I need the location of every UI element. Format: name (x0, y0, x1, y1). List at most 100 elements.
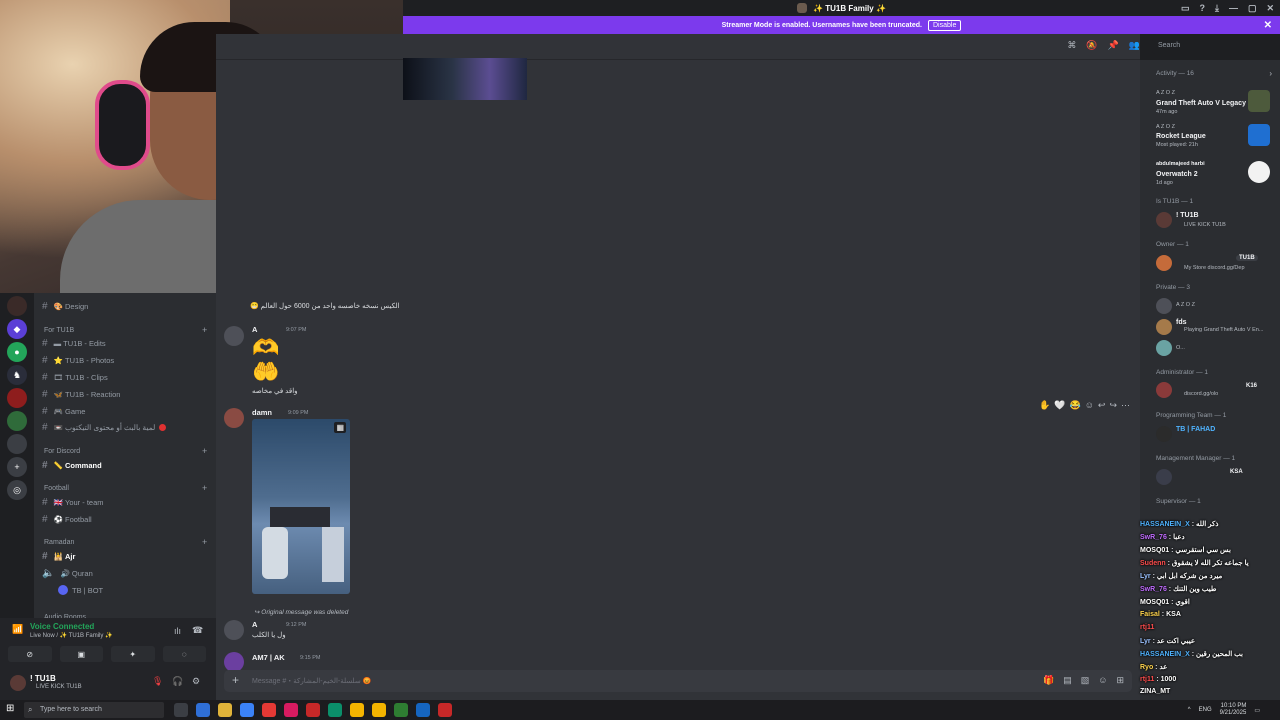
add-channel-icon[interactable]: + (202, 446, 207, 456)
windows-start-icon[interactable]: ⊞ (6, 703, 14, 714)
task-view-icon[interactable] (174, 703, 188, 717)
category-ramadan[interactable]: Ramadan + (44, 536, 207, 548)
noise-suppression-icon[interactable]: ılı (174, 626, 181, 636)
opera-icon[interactable] (306, 703, 320, 717)
inbox-icon[interactable]: ▭ (1181, 3, 1190, 14)
channel-tu1b-edits[interactable]: # ▬ TU1B - Edits (42, 336, 106, 350)
sticker-icon[interactable]: ▧ (1081, 675, 1090, 686)
close-window-button[interactable]: ✕ (1266, 3, 1274, 14)
youtube-icon[interactable] (262, 703, 276, 717)
server-icon-2[interactable]: ◆ (7, 319, 27, 339)
gallery-icon[interactable]: ▦ (334, 422, 346, 433)
message-author[interactable]: AM7 | AK (252, 653, 285, 662)
attach-plus-icon[interactable]: + (232, 673, 239, 687)
minimize-button[interactable]: — (1229, 3, 1238, 13)
add-reaction-icon[interactable]: ☺ (1085, 400, 1094, 411)
chevron-right-icon[interactable]: › (1269, 69, 1272, 78)
steam-icon[interactable] (416, 703, 430, 717)
obs-icon[interactable] (438, 703, 452, 717)
member-name[interactable]: ! TU1B (1176, 212, 1199, 219)
member-name[interactable]: fds (1176, 319, 1187, 326)
message-author[interactable]: damn (252, 408, 272, 417)
channel-command[interactable]: # 📏 Command (42, 458, 102, 472)
soundboard-button[interactable]: ◌ (162, 646, 206, 662)
edge-icon[interactable] (328, 703, 342, 717)
add-server-icon[interactable]: + (7, 457, 27, 477)
forward-icon[interactable]: ↪ (1109, 400, 1117, 411)
channel-ajr[interactable]: # 🕌 Ajr (42, 549, 75, 563)
channel-arabic-stream[interactable]: # 📼 لمية بالبث أو محتوى التيكتوب (42, 420, 167, 434)
add-channel-icon[interactable]: + (202, 483, 207, 493)
avatar[interactable] (1156, 255, 1172, 271)
server-icon-3[interactable]: ● (7, 342, 27, 362)
lang-indicator[interactable]: ENG (1199, 707, 1212, 713)
avatar[interactable] (1156, 298, 1172, 314)
search-input[interactable]: Search (1152, 38, 1272, 54)
avatar[interactable] (10, 675, 26, 691)
channel-football[interactable]: # ⚽ Football (42, 512, 92, 526)
close-icon[interactable]: ✕ (1264, 20, 1272, 31)
message-author[interactable]: A (252, 620, 257, 629)
avatar[interactable] (224, 652, 244, 672)
chrome-icon[interactable] (350, 703, 364, 717)
server-icon-6[interactable] (7, 411, 27, 431)
threads-icon[interactable]: ⌘ (1067, 40, 1076, 51)
notification-icon[interactable]: 🔕 (1086, 40, 1097, 51)
more-options-icon[interactable]: ⋯ (1121, 400, 1130, 411)
chrome-profile-icon[interactable] (372, 703, 386, 717)
channel-tu1b-clips[interactable]: # 🎞 TU1B - Clips (42, 370, 108, 384)
apps-icon[interactable]: ⊞ (1116, 675, 1124, 686)
help-icon[interactable]: ? (1199, 3, 1205, 13)
image-thumbnail[interactable] (403, 58, 527, 100)
camera-off-button[interactable]: ⊘ (8, 646, 52, 662)
voice-channel-quran[interactable]: 🔈 🔊 Quran (42, 566, 93, 580)
member-name[interactable]: A Z O Z (1176, 302, 1195, 308)
message-composer[interactable]: + Message #・سلسلة-الخيم-المشاركة 😡 🎁 ▤ ▧… (224, 670, 1132, 692)
image-attachment[interactable]: ▦ (252, 419, 350, 594)
disable-streamer-mode-button[interactable]: Disable (928, 19, 962, 31)
pin-icon[interactable]: 📌 (1108, 40, 1119, 51)
add-channel-icon[interactable]: + (202, 325, 207, 335)
message-author[interactable]: A (252, 325, 257, 334)
activity-game[interactable]: Overwatch 2 (1156, 171, 1198, 178)
mute-icon[interactable]: 🎙 (152, 676, 163, 687)
category-for-discord[interactable]: For Discord + (44, 445, 207, 457)
screen-share-button[interactable]: ▣ (59, 646, 103, 662)
clock[interactable]: 10:10 PM 9/21/2025 (1220, 703, 1247, 717)
category-for-tu1b[interactable]: For TU1B + (44, 324, 207, 336)
avatar[interactable] (1156, 469, 1172, 485)
download-icon[interactable]: ⤓ (1215, 3, 1219, 14)
gear-icon[interactable]: ⚙ (192, 676, 200, 687)
copilot-icon[interactable] (196, 703, 210, 717)
add-channel-icon[interactable]: + (202, 537, 207, 547)
avatar[interactable] (224, 408, 244, 428)
avatar[interactable] (1156, 340, 1172, 356)
discover-icon[interactable]: ◎ (7, 480, 27, 500)
activity-game[interactable]: Grand Theft Auto V Legacy (1156, 100, 1246, 107)
member-list-icon[interactable]: 👥 (1129, 40, 1140, 51)
server-icon-5[interactable] (7, 388, 27, 408)
avatar[interactable] (1156, 212, 1172, 228)
disconnect-icon[interactable]: ☎ (192, 625, 203, 636)
emoji-icon[interactable]: ☺ (1098, 675, 1107, 686)
category-football[interactable]: Football + (44, 482, 207, 494)
reply-icon[interactable]: ↩ (1098, 400, 1106, 411)
reaction-heart[interactable]: 🤍 (1054, 400, 1065, 411)
server-icon-4[interactable]: ♞ (7, 365, 27, 385)
channel-tu1b-reaction[interactable]: # 🦋 TU1B - Reaction (42, 387, 120, 401)
voice-channel-info[interactable]: Live Now / ✨ TU1B Family ✨ (30, 632, 113, 639)
server-icon-7[interactable] (7, 434, 27, 454)
notifications-icon[interactable]: ▭ (1254, 707, 1260, 714)
channel-design[interactable]: # 🎨 Design (42, 299, 88, 313)
tray-arrow-icon[interactable]: ^ (1188, 707, 1191, 713)
avatar[interactable] (1156, 426, 1172, 442)
gif-icon[interactable]: ▤ (1063, 675, 1072, 686)
channel-your-team[interactable]: # 🇬🇧 Your - team (42, 495, 104, 509)
voice-member-tb-bot[interactable]: TB | BOT (58, 583, 103, 597)
activity-button[interactable]: ✦ (111, 646, 155, 662)
gift-icon[interactable]: 🎁 (1043, 675, 1054, 686)
channel-tu1b-photos[interactable]: # ⭐ TU1B - Photos (42, 353, 114, 367)
avatar[interactable] (224, 326, 244, 346)
activity-game[interactable]: Rocket League (1156, 133, 1206, 140)
avatar[interactable] (1156, 382, 1172, 398)
